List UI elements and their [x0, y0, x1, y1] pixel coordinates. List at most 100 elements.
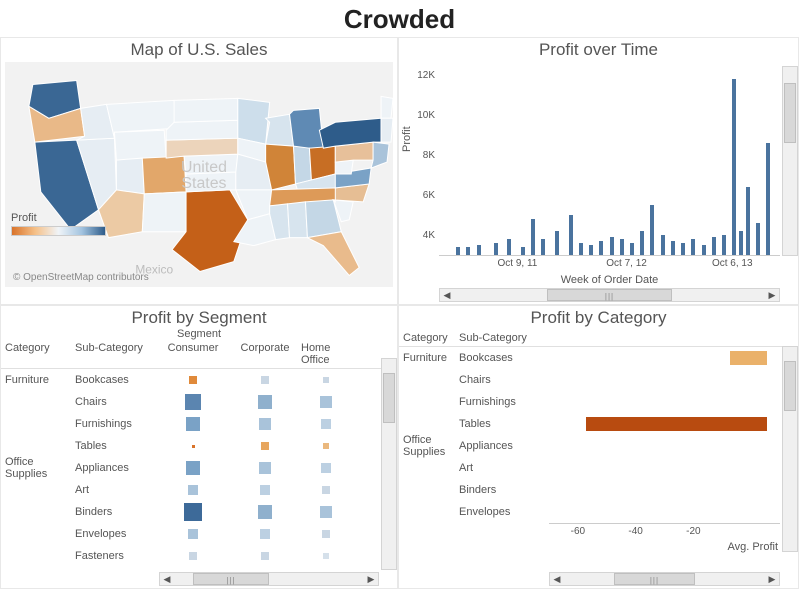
time-bar[interactable]	[650, 205, 654, 255]
category-bar[interactable]	[730, 351, 767, 365]
time-bar[interactable]	[477, 245, 481, 255]
category-bar-area[interactable]	[549, 347, 798, 369]
segment-cell[interactable]	[229, 395, 301, 409]
segment-scrollbar-horizontal[interactable]: ◀ ||| ▶	[159, 572, 379, 586]
category-bar-area[interactable]	[549, 413, 798, 435]
segment-cell[interactable]	[229, 462, 301, 474]
time-bar[interactable]	[494, 243, 498, 255]
segment-cell[interactable]	[157, 417, 229, 431]
segment-scrollbar-vertical[interactable]	[381, 358, 397, 570]
segment-col-subcategory[interactable]: Sub-Category	[75, 342, 157, 366]
time-bar[interactable]	[610, 237, 614, 255]
category-bar-area[interactable]	[549, 435, 798, 457]
scrollbar-thumb[interactable]	[784, 361, 796, 411]
time-bar[interactable]	[640, 231, 644, 255]
category-bar-area[interactable]	[549, 479, 798, 501]
state-nd[interactable]	[174, 98, 238, 122]
category-bar-area[interactable]	[549, 369, 798, 391]
time-bar[interactable]	[555, 231, 559, 255]
time-bar[interactable]	[456, 247, 460, 255]
time-bar[interactable]	[569, 215, 573, 255]
segment-col-consumer[interactable]: Consumer	[157, 342, 229, 366]
time-bar[interactable]	[766, 143, 770, 255]
time-bar[interactable]	[691, 239, 695, 255]
time-bar[interactable]	[722, 235, 726, 255]
time-bar[interactable]	[732, 79, 736, 255]
segment-cell[interactable]	[157, 529, 229, 539]
time-bar[interactable]	[541, 239, 545, 255]
scrollbar-thumb[interactable]: |||	[547, 289, 671, 301]
segment-cell[interactable]	[229, 442, 301, 450]
scrollbar-thumb[interactable]: |||	[614, 573, 694, 585]
table-row[interactable]: Office SuppliesAppliances	[1, 457, 397, 479]
segment-cell[interactable]	[229, 552, 301, 560]
segment-col-corporate[interactable]: Corporate	[229, 342, 301, 366]
table-row[interactable]: FurnitureBookcases	[1, 369, 397, 391]
state-mn[interactable]	[238, 98, 270, 144]
scrollbar-thumb[interactable]: |||	[193, 573, 269, 585]
segment-cell[interactable]	[157, 485, 229, 495]
segment-cell[interactable]	[301, 419, 351, 429]
scroll-left-icon[interactable]: ◀	[550, 573, 564, 585]
segment-cell[interactable]	[301, 530, 351, 538]
time-bar[interactable]	[681, 243, 685, 255]
category-col-subcategory[interactable]: Sub-Category	[459, 332, 549, 344]
scroll-left-icon[interactable]: ◀	[160, 573, 174, 585]
table-row[interactable]: Binders	[1, 501, 397, 523]
table-row[interactable]: Chairs	[399, 369, 798, 391]
time-bar[interactable]	[507, 239, 511, 255]
table-row[interactable]: Art	[399, 457, 798, 479]
category-bar-area[interactable]	[549, 501, 798, 523]
state-wi[interactable]	[266, 114, 294, 146]
scrollbar-track[interactable]: |||	[174, 573, 364, 585]
state-ut[interactable]	[116, 158, 144, 194]
time-bar[interactable]	[620, 239, 624, 255]
segment-cell[interactable]	[229, 529, 301, 539]
table-row[interactable]: Binders	[399, 479, 798, 501]
state-wy[interactable]	[114, 130, 166, 160]
segment-cell[interactable]	[229, 376, 301, 384]
table-row[interactable]: Art	[1, 479, 397, 501]
time-bar[interactable]	[579, 243, 583, 255]
segment-cell[interactable]	[301, 506, 351, 518]
segment-cell[interactable]	[301, 377, 351, 383]
segment-cell[interactable]	[157, 394, 229, 410]
state-me[interactable]	[381, 96, 393, 118]
state-sd[interactable]	[166, 120, 238, 140]
table-row[interactable]: Envelopes	[1, 523, 397, 545]
scroll-right-icon[interactable]: ▶	[765, 289, 779, 301]
segment-cell[interactable]	[157, 503, 229, 521]
state-in[interactable]	[294, 146, 312, 184]
scrollbar-track[interactable]: |||	[564, 573, 765, 585]
time-bar[interactable]	[661, 235, 665, 255]
category-col-category[interactable]: Category	[399, 332, 459, 344]
state-co[interactable]	[142, 156, 186, 194]
segment-cell[interactable]	[301, 443, 351, 449]
time-bar[interactable]	[756, 223, 760, 255]
table-row[interactable]: Tables	[399, 413, 798, 435]
time-scrollbar-horizontal[interactable]: ◀ ||| ▶	[439, 288, 780, 302]
time-bar[interactable]	[589, 245, 593, 255]
state-new-england[interactable]	[381, 118, 393, 142]
time-chart[interactable]	[439, 66, 780, 256]
category-bar[interactable]	[586, 417, 767, 431]
category-scrollbar-horizontal[interactable]: ◀ ||| ▶	[549, 572, 780, 586]
segment-cell[interactable]	[157, 445, 229, 448]
table-row[interactable]: Furnishings	[1, 413, 397, 435]
time-bar[interactable]	[739, 231, 743, 255]
time-bar[interactable]	[599, 241, 603, 255]
time-bar[interactable]	[746, 187, 750, 255]
scrollbar-track[interactable]: |||	[454, 289, 765, 301]
table-row[interactable]: Furnishings	[399, 391, 798, 413]
segment-cell[interactable]	[301, 463, 351, 473]
segment-cell[interactable]	[301, 486, 351, 494]
segment-cell[interactable]	[229, 418, 301, 430]
table-row[interactable]: FurnitureBookcases	[399, 347, 798, 369]
category-bar-area[interactable]	[549, 391, 798, 413]
table-row[interactable]: Chairs	[1, 391, 397, 413]
table-row[interactable]: Office SuppliesAppliances	[399, 435, 798, 457]
table-row[interactable]: Fasteners	[1, 545, 397, 567]
segment-cell[interactable]	[229, 485, 301, 495]
category-bar-area[interactable]	[549, 457, 798, 479]
time-bar[interactable]	[630, 243, 634, 255]
